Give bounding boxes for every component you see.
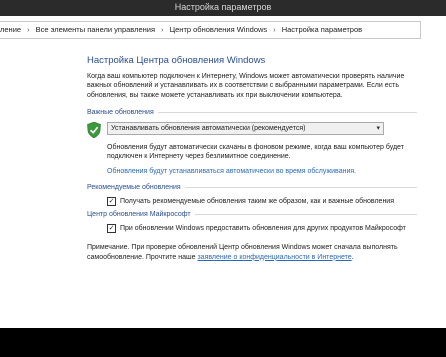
divider bbox=[157, 112, 417, 114]
breadcrumb-item[interactable]: Все элементы панели управления bbox=[36, 22, 155, 37]
important-updates-note: Обновления будут автоматически скачаны в… bbox=[107, 143, 404, 161]
recommended-updates-heading-label: Рекомендуемые обновления bbox=[87, 184, 181, 191]
important-updates-row: Устанавливать обновления автоматически (… bbox=[87, 121, 417, 138]
privacy-note: Примечание. При проверке обновлений Цент… bbox=[87, 243, 417, 262]
important-updates-heading: Важные обновления bbox=[87, 108, 417, 118]
page-title: Настройка Центра обновления Windows bbox=[87, 55, 266, 66]
microsoft-update-checkbox[interactable]: ✓ bbox=[107, 223, 116, 233]
title-bar: Настройка параметров bbox=[0, 0, 446, 16]
control-panel-window: ление › Все элементы панели управления ›… bbox=[0, 16, 446, 328]
microsoft-update-label[interactable]: При обновлении Windows предоставить обно… bbox=[120, 224, 406, 234]
update-mode-select[interactable]: Устанавливать обновления автоматически (… bbox=[107, 121, 384, 135]
shield-icon bbox=[87, 121, 101, 138]
settings-content: Настройка Центра обновления Windows Когд… bbox=[87, 56, 417, 262]
window-title: Настройка параметров bbox=[174, 2, 272, 12]
important-updates-heading-label: Важные обновления bbox=[87, 109, 154, 116]
address-bar[interactable]: ление › Все элементы панели управления ›… bbox=[0, 21, 421, 39]
recommended-updates-label[interactable]: Получать рекомендуемые обновления таким … bbox=[120, 197, 394, 207]
divider bbox=[184, 187, 417, 189]
breadcrumb-item[interactable]: ление bbox=[0, 22, 21, 37]
microsoft-update-heading: Центр обновления Майкрософт bbox=[87, 210, 417, 220]
breadcrumb-item[interactable]: Настройка параметров bbox=[282, 22, 362, 37]
page-description: Когда ваш компьютер подключен к Интернет… bbox=[87, 72, 405, 99]
chevron-right-icon: › bbox=[273, 27, 276, 34]
privacy-statement-link[interactable]: заявление о конфиденциальности в Интерне… bbox=[197, 254, 351, 261]
chevron-right-icon: › bbox=[161, 27, 164, 34]
chevron-down-icon[interactable]: ▾ bbox=[376, 123, 380, 134]
recommended-updates-option[interactable]: ✓ Получать рекомендуемые обновления таки… bbox=[107, 196, 417, 207]
checkmark-icon: ✓ bbox=[108, 224, 115, 232]
microsoft-update-option[interactable]: ✓ При обновлении Windows предоставить об… bbox=[107, 223, 417, 234]
breadcrumb-item[interactable]: Центр обновления Windows bbox=[170, 22, 268, 37]
privacy-note-suffix: . bbox=[351, 253, 354, 261]
divider bbox=[194, 214, 417, 216]
recommended-updates-checkbox[interactable]: ✓ bbox=[107, 196, 116, 206]
microsoft-update-heading-label: Центр обновления Майкрософт bbox=[87, 211, 191, 218]
chevron-right-icon: › bbox=[27, 27, 30, 34]
maintenance-link[interactable]: Обновления будут устанавливаться автомат… bbox=[107, 167, 417, 177]
checkmark-icon: ✓ bbox=[108, 197, 115, 205]
update-mode-select-value: Устанавливать обновления автоматически (… bbox=[111, 124, 306, 132]
recommended-updates-heading: Рекомендуемые обновления bbox=[87, 183, 417, 193]
